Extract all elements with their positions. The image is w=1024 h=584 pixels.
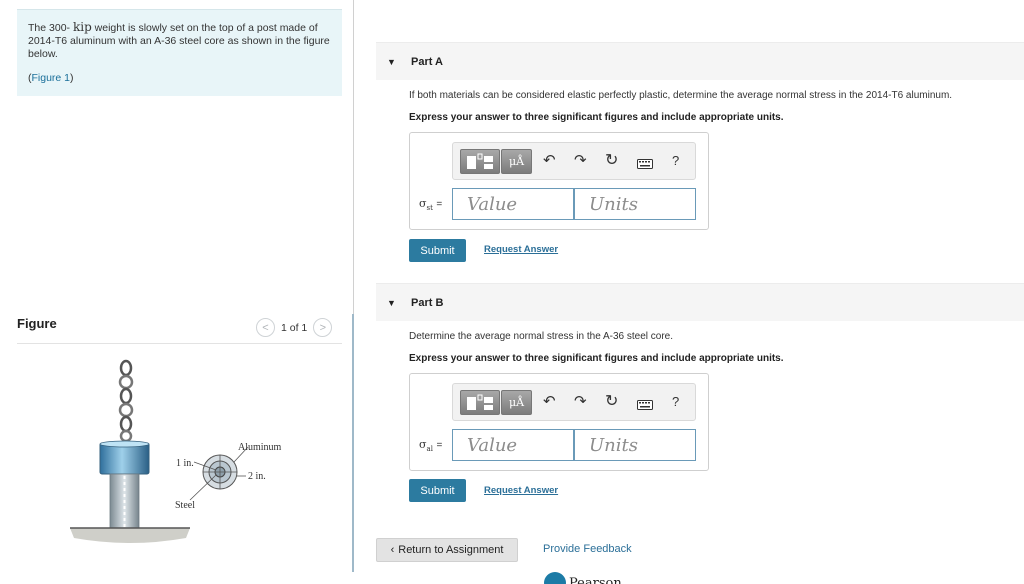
redo-icon[interactable]: ↷ xyxy=(574,152,587,170)
provide-feedback-link[interactable]: Provide Feedback xyxy=(543,543,632,555)
reset-icon[interactable]: ↻ xyxy=(605,152,618,170)
units-input[interactable] xyxy=(574,188,696,220)
part-a-question: If both materials can be considered elas… xyxy=(409,90,953,101)
figure-link-line: (Figure 1) xyxy=(28,72,74,84)
sigma-symbol: σ xyxy=(419,197,427,210)
return-to-assignment-button[interactable]: ‹ Return to Assignment xyxy=(376,538,518,562)
figure-pager: < 1 of 1 > xyxy=(256,318,333,337)
aluminum-label: Aluminum xyxy=(238,442,282,453)
units-input[interactable] xyxy=(574,429,696,461)
part-a-answer-box: μÅ ↶ ↷ ↻ ? σst = xyxy=(409,132,709,230)
symbol-subscript: st xyxy=(426,204,433,213)
equals-sign: = xyxy=(436,440,443,451)
stress-symbol-label: σst = xyxy=(419,197,442,212)
figure-link[interactable]: Figure 1 xyxy=(32,72,71,84)
pearson-logo-icon xyxy=(544,572,566,584)
undo-icon[interactable]: ↶ xyxy=(543,152,556,170)
brand-logo-group: Pearson xyxy=(544,572,622,584)
part-b-header[interactable]: ▼ Part B xyxy=(376,283,1024,321)
problem-statement: The 300- kip weight is slowly set on the… xyxy=(17,9,342,96)
figure-page-count: 1 of 1 xyxy=(281,321,308,334)
value-input[interactable] xyxy=(452,429,574,461)
weight-block xyxy=(99,442,150,475)
post-figure: Aluminum 1 in. 2 in. Steel xyxy=(70,359,282,543)
part-b-request-answer-link[interactable]: Request Answer xyxy=(484,485,558,496)
part-a-request-answer-link[interactable]: Request Answer xyxy=(484,244,558,255)
help-icon[interactable]: ? xyxy=(672,393,679,411)
help-icon[interactable]: ? xyxy=(672,152,679,170)
cross-section xyxy=(189,446,249,501)
ground xyxy=(70,528,190,543)
equals-sign: = xyxy=(436,199,443,210)
return-label: Return to Assignment xyxy=(398,544,504,556)
units-button[interactable]: μÅ xyxy=(501,149,532,174)
prev-figure-button[interactable]: < xyxy=(256,318,275,337)
part-b-answer-box: μÅ ↶ ↷ ↻ ? σal = xyxy=(409,373,709,471)
part-a-instruction: Express your answer to three significant… xyxy=(409,112,784,123)
redo-icon[interactable]: ↷ xyxy=(574,393,587,411)
symbol-subscript: al xyxy=(426,445,433,454)
outer-dimension-label: 2 in. xyxy=(248,471,266,482)
part-a-title: Part A xyxy=(411,55,443,68)
figure-divider xyxy=(17,343,342,344)
templates-button[interactable] xyxy=(460,149,500,174)
problem-text: The 300- kip weight is slowly set on the… xyxy=(28,21,330,61)
part-a-header[interactable]: ▼ Part A xyxy=(376,42,1024,80)
problem-panel: The 300- kip weight is slowly set on the… xyxy=(0,0,353,584)
keyboard-icon[interactable] xyxy=(637,156,653,174)
stress-symbol-label: σal = xyxy=(419,438,442,453)
collapse-caret-icon: ▼ xyxy=(387,56,396,67)
templates-icon xyxy=(467,153,493,169)
inner-dimension-label: 1 in. xyxy=(176,458,194,469)
keyboard-icon[interactable] xyxy=(637,397,653,415)
part-b-question: Determine the average normal stress in t… xyxy=(409,331,674,342)
units-button[interactable]: μÅ xyxy=(501,390,532,415)
next-figure-button[interactable]: > xyxy=(313,318,333,337)
brand-name: Pearson xyxy=(569,575,622,584)
reset-icon[interactable]: ↻ xyxy=(605,393,618,411)
sigma-symbol: σ xyxy=(419,438,427,451)
part-a-submit-button[interactable]: Submit xyxy=(409,239,466,262)
part-b-title: Part B xyxy=(411,296,444,309)
math-toolbar: μÅ ↶ ↷ ↻ ? xyxy=(452,383,696,421)
steel-label: Steel xyxy=(175,500,195,511)
part-b-instruction: Express your answer to three significant… xyxy=(409,353,784,364)
math-toolbar: μÅ ↶ ↷ ↻ ? xyxy=(452,142,696,180)
collapse-caret-icon: ▼ xyxy=(387,297,396,308)
value-input[interactable] xyxy=(452,188,574,220)
chain xyxy=(118,359,134,443)
templates-button[interactable] xyxy=(460,390,500,415)
problem-text-start: The 300- xyxy=(28,22,71,34)
templates-icon xyxy=(467,394,493,410)
chevron-left-icon: ‹ xyxy=(390,544,395,556)
weight-unit: kip xyxy=(72,20,92,34)
panel-scroll-accent xyxy=(352,314,354,572)
figure-heading: Figure xyxy=(17,316,57,331)
part-b-submit-button[interactable]: Submit xyxy=(409,479,466,502)
undo-icon[interactable]: ↶ xyxy=(543,393,556,411)
